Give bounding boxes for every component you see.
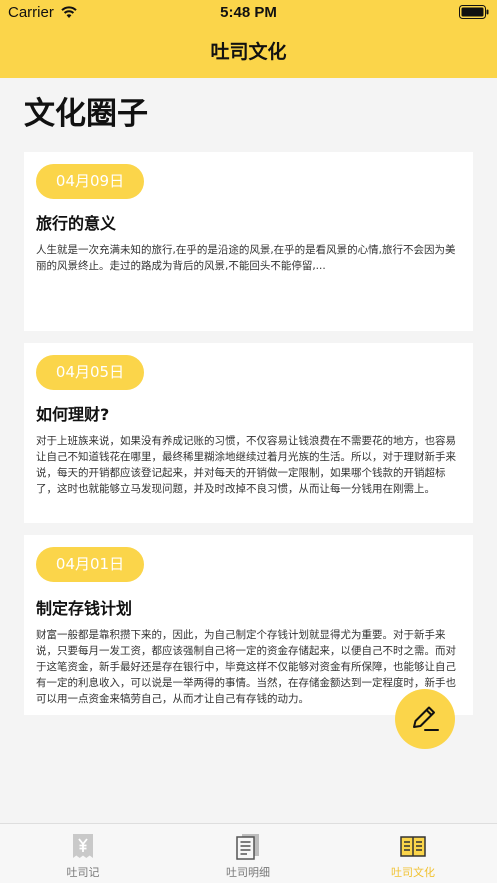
article-card[interactable]: 04月05日 如何理财? 对于上班族来说，如果没有养成记账的习惯，不仅容易让钱浪… xyxy=(24,343,473,523)
article-excerpt: 对于上班族来说，如果没有养成记账的习惯，不仅容易让钱浪费在不需要花的地方，也容易… xyxy=(36,435,456,495)
open-book-icon xyxy=(400,836,426,857)
tab-culture[interactable]: 吐司文化 xyxy=(353,824,473,883)
article-title: 旅行的意义 xyxy=(36,214,117,233)
article-excerpt: 人生就是一次充满未知的旅行,在乎的是沿途的风景,在乎的是看风景的心情,旅行不会因… xyxy=(36,244,456,272)
article-title: 制定存钱计划 xyxy=(36,599,133,618)
page-title: 文化圈子 xyxy=(24,96,148,132)
article-card[interactable]: 04月09日 旅行的意义 人生就是一次充满未知的旅行,在乎的是沿途的风景,在乎的… xyxy=(24,152,473,331)
compose-button[interactable] xyxy=(395,689,455,749)
tab-record[interactable]: 吐司记 xyxy=(23,824,143,883)
article-excerpt: 财富一般都是靠积攒下来的，因此，为自己制定个存钱计划就显得尤为重要。对于新手来说… xyxy=(36,629,456,705)
navigation-header: Carrier 5:48 PM 吐司文化 xyxy=(0,0,497,78)
tab-label: 吐司记 xyxy=(66,866,100,879)
tab-label: 吐司明细 xyxy=(226,866,270,879)
date-badge: 04月09日 xyxy=(36,164,144,199)
document-list-icon xyxy=(236,834,259,860)
tab-label: 吐司文化 xyxy=(391,866,435,879)
date-badge: 04月01日 xyxy=(36,547,144,582)
status-bar: Carrier 5:48 PM xyxy=(0,0,497,26)
yen-receipt-icon xyxy=(73,834,93,858)
tab-bar: 吐司记 吐司明细 吐司文化 xyxy=(0,823,497,883)
edit-pen-icon xyxy=(413,706,439,731)
article-card[interactable]: 04月01日 制定存钱计划 财富一般都是靠积攒下来的，因此，为自己制定个存钱计划… xyxy=(24,535,473,715)
status-time: 5:48 PM xyxy=(220,4,277,21)
nav-title: 吐司文化 xyxy=(210,41,287,63)
article-title: 如何理财? xyxy=(36,405,110,424)
date-badge: 04月05日 xyxy=(36,355,144,390)
tab-details[interactable]: 吐司明细 xyxy=(188,824,308,883)
battery-icon xyxy=(459,5,489,19)
